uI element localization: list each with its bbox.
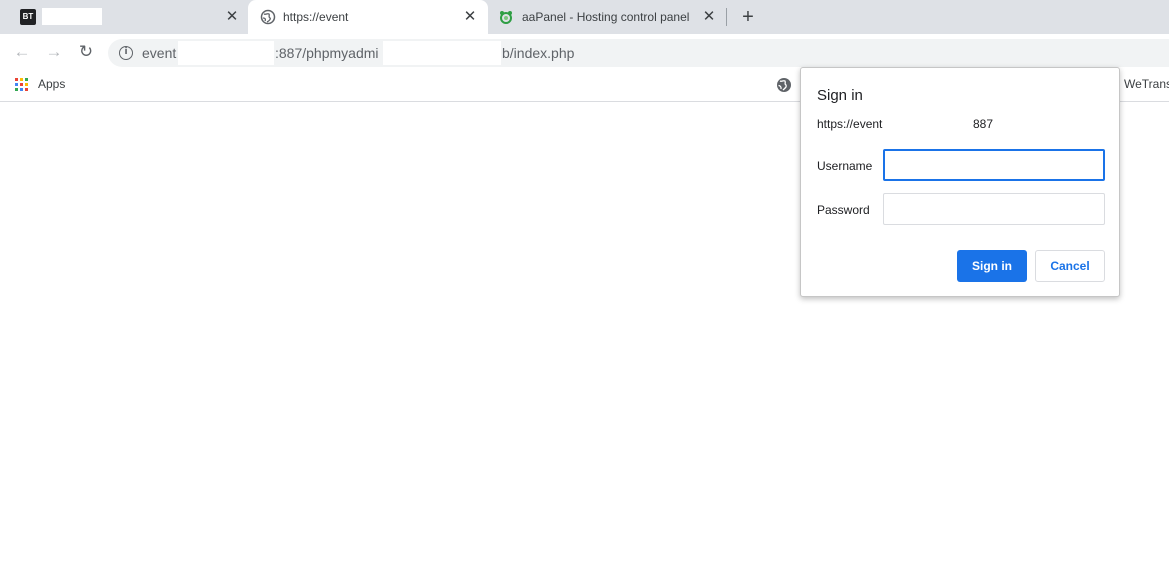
redacted-tab-title: [42, 8, 102, 25]
close-tab-icon[interactable]: ✕: [461, 8, 479, 26]
tab-strip: BT ✕ https://event ✕ aaPanel - Hosting c…: [0, 0, 1169, 34]
close-tab-icon[interactable]: ✕: [700, 8, 718, 26]
tab-phpmyadmin[interactable]: https://event ✕: [248, 0, 488, 34]
dialog-origin: https://event: [817, 117, 883, 131]
site-info-icon[interactable]: i: [119, 46, 133, 60]
redacted-url: [178, 41, 274, 65]
url-text-host: event: [142, 45, 177, 61]
sign-in-dialog: Sign in https://event 887 Username Passw…: [800, 67, 1120, 297]
aapanel-logo-icon: [500, 11, 512, 24]
redacted-origin: [887, 114, 971, 132]
cancel-button[interactable]: Cancel: [1035, 250, 1105, 282]
globe-icon[interactable]: [776, 77, 792, 93]
tab-bt-panel[interactable]: BT ✕: [8, 0, 248, 34]
sign-in-button[interactable]: Sign in: [957, 250, 1027, 282]
redacted-url: [383, 41, 501, 65]
reload-button[interactable]: ↻: [74, 40, 98, 64]
back-button[interactable]: ←: [10, 40, 34, 64]
username-field[interactable]: [883, 149, 1105, 181]
tab-title: https://event: [283, 10, 349, 24]
url-text-path: :887/phpmyadmi: [275, 45, 379, 61]
address-bar[interactable]: i event :887/phpmyadmi b/index.php: [108, 39, 1169, 67]
globe-icon: [260, 9, 276, 25]
dialog-title: Sign in: [817, 87, 863, 104]
apps-icon[interactable]: [15, 78, 28, 91]
password-label: Password: [817, 203, 870, 217]
new-tab-button[interactable]: +: [737, 6, 759, 28]
url-text-file: b/index.php: [502, 45, 575, 61]
browser-toolbar: ← → ↻ i event :887/phpmyadmi b/index.php: [0, 34, 1169, 70]
close-tab-icon[interactable]: ✕: [223, 8, 241, 26]
bt-logo-icon: BT: [20, 9, 36, 25]
password-field[interactable]: [883, 193, 1105, 225]
tab-separator: [726, 8, 727, 26]
wetransfer-bookmark[interactable]: WeTrans: [1124, 77, 1169, 91]
username-label: Username: [817, 159, 873, 173]
forward-button[interactable]: →: [42, 40, 66, 64]
tab-title: aaPanel - Hosting control panel. C: [522, 10, 689, 24]
apps-bookmark[interactable]: Apps: [38, 77, 65, 91]
dialog-port: 887: [973, 117, 994, 131]
tab-aapanel[interactable]: aaPanel - Hosting control panel. C ✕: [488, 0, 724, 34]
